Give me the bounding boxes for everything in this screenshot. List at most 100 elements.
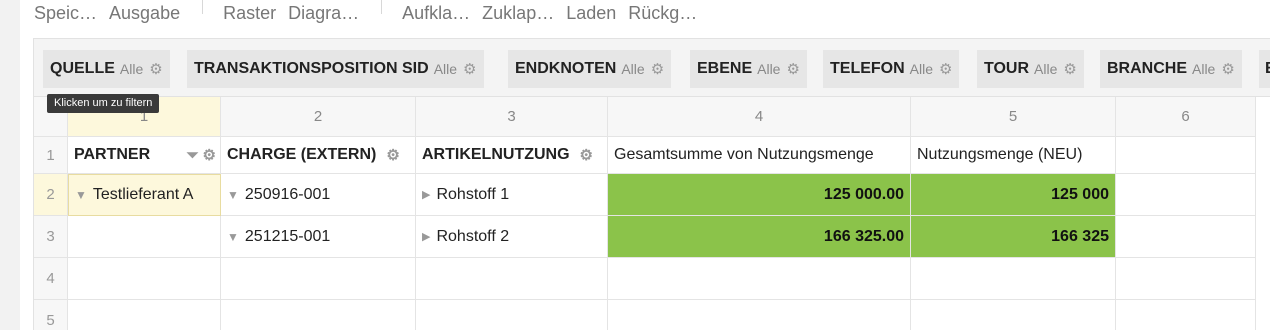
cell-value: 251215-001	[244, 227, 331, 245]
partner-cell[interactable]: ▼ Testlieferant A	[68, 174, 221, 216]
empty-cell[interactable]	[68, 300, 221, 330]
left-gutter	[0, 0, 20, 330]
header-charge[interactable]: CHARGE (EXTERN) ⚙	[221, 137, 416, 174]
grid-view-button[interactable]: Raster	[223, 3, 276, 24]
gear-icon[interactable]: ⚙	[149, 62, 162, 77]
expand-icon[interactable]: ▶	[422, 188, 430, 201]
filter-chip-label: TRANSAKTIONSPOSITION SID	[194, 60, 429, 77]
filter-chip-label: TELEFON	[830, 60, 905, 77]
empty-cell[interactable]	[221, 300, 416, 330]
table-row: 4	[34, 258, 1256, 300]
gear-icon[interactable]: ⚙	[203, 146, 216, 164]
gear-icon[interactable]: ⚙	[580, 146, 593, 164]
charge-cell[interactable]: ▼ 251215-001	[221, 216, 416, 258]
pivot-panel: QUELLE Alle ⚙ TRANSAKTIONSPOSITION SID A…	[33, 38, 1270, 330]
empty-cell[interactable]	[911, 258, 1116, 300]
filter-chip-label: ENDKNOTEN	[515, 60, 617, 77]
empty-cell[interactable]	[608, 258, 911, 300]
row-number[interactable]: 1	[34, 137, 68, 174]
gear-icon[interactable]: ⚙	[1221, 62, 1234, 77]
toolbar: Speic… Ausgabe Raster Diagra… Aufkla… Zu…	[34, 0, 709, 30]
collapse-all-button[interactable]: Zuklap…	[482, 3, 554, 24]
filter-chip-branche[interactable]: BRANCHE Alle ⚙	[1100, 50, 1242, 88]
column-number[interactable]: 3	[416, 97, 608, 137]
toolbar-divider	[202, 0, 204, 14]
charge-cell[interactable]: ▼ 250916-001	[221, 174, 416, 216]
filter-chip-quelle[interactable]: QUELLE Alle ⚙	[43, 50, 170, 88]
header-nutzungsmenge-neu[interactable]: Nutzungsmenge (NEU)	[911, 137, 1116, 174]
header-row: 1 PARTNER ⏷ ⚙ CHARGE (EXTERN) ⚙ ARTIKELN…	[34, 137, 1256, 174]
filter-chip-transaktionsposition-sid[interactable]: TRANSAKTIONSPOSITION SID Alle ⚙	[187, 50, 484, 88]
collapse-icon[interactable]: ▼	[227, 230, 239, 244]
filter-icon[interactable]: ⏷	[187, 147, 199, 164]
header-partner[interactable]: PARTNER ⏷ ⚙	[68, 137, 221, 174]
chart-view-button[interactable]: Diagra…	[288, 3, 359, 24]
filter-chip-ebene[interactable]: EBENE Alle ⚙	[690, 50, 807, 88]
neu-cell[interactable]: 125 000	[911, 174, 1116, 216]
sum-cell[interactable]: 125 000.00	[608, 174, 911, 216]
toolbar-group-file: Speic… Ausgabe	[34, 0, 192, 24]
cell-value: Rohstoff 1	[436, 185, 510, 203]
gear-icon[interactable]: ⚙	[386, 146, 399, 164]
empty-cell[interactable]	[68, 258, 221, 300]
cell-value: Rohstoff 2	[436, 227, 510, 245]
filter-chip-value: Alle	[119, 61, 144, 77]
column-number[interactable]: 4	[608, 97, 911, 137]
table-row: 2 ▼ Testlieferant A ▼ 250916-001 ▶ Rohst…	[34, 174, 1256, 216]
sum-cell[interactable]: 166 325.00	[608, 216, 911, 258]
empty-cell[interactable]	[1116, 300, 1256, 330]
table-row: 5	[34, 300, 1256, 330]
gear-icon[interactable]: ⚙	[939, 62, 952, 77]
neu-cell[interactable]: 166 325	[911, 216, 1116, 258]
column-number[interactable]: 6	[1116, 97, 1256, 137]
filter-chip-overflow[interactable]: E	[1259, 50, 1270, 88]
save-button[interactable]: Speic…	[34, 3, 97, 24]
collapse-icon[interactable]: ▼	[227, 188, 239, 202]
filter-chip-value: Alle	[757, 61, 781, 77]
artikel-cell[interactable]: ▶ Rohstoff 1	[416, 174, 608, 216]
row-number[interactable]: 2	[34, 174, 68, 216]
expand-all-button[interactable]: Aufkla…	[402, 3, 470, 24]
output-button[interactable]: Ausgabe	[109, 3, 180, 24]
filter-chip-label: TOUR	[984, 60, 1030, 77]
column-number-row: 1 2 3 4 5 6	[34, 97, 1256, 137]
filter-chip-label: EBENE	[697, 60, 753, 77]
cell-value: Testlieferant A	[92, 186, 194, 203]
row-number[interactable]: 4	[34, 258, 68, 300]
empty-cell[interactable]	[1116, 258, 1256, 300]
toolbar-divider	[381, 0, 383, 14]
gear-icon[interactable]: ⚙	[786, 62, 799, 77]
row-number[interactable]: 5	[34, 300, 68, 330]
expand-icon[interactable]: ▶	[422, 230, 430, 243]
header-label: PARTNER	[74, 146, 151, 163]
load-button[interactable]: Laden	[566, 3, 616, 24]
undo-button[interactable]: Rückg…	[628, 3, 697, 24]
filter-bar: QUELLE Alle ⚙ TRANSAKTIONSPOSITION SID A…	[34, 39, 1270, 97]
toolbar-group-actions: Aufkla… Zuklap… Laden Rückg…	[402, 0, 709, 24]
header-gesamtsumme[interactable]: Gesamtsumme von Nutzungsmenge	[608, 137, 911, 174]
collapse-icon[interactable]: ▼	[75, 188, 87, 202]
filter-chip-label: QUELLE	[50, 60, 115, 77]
gear-icon[interactable]: ⚙	[1063, 62, 1076, 77]
empty-cell[interactable]	[911, 300, 1116, 330]
artikel-cell[interactable]: ▶ Rohstoff 2	[416, 216, 608, 258]
empty-cell[interactable]	[416, 258, 608, 300]
filter-chip-endknoten[interactable]: ENDKNOTEN Alle ⚙	[508, 50, 672, 88]
filter-chip-tour[interactable]: TOUR Alle ⚙	[977, 50, 1084, 88]
header-artikelnutzung[interactable]: ARTIKELNUTZUNG ⚙	[416, 137, 608, 174]
filter-chip-value: Alle	[909, 61, 934, 77]
cell-value: 250916-001	[244, 185, 331, 203]
row-number[interactable]: 3	[34, 216, 68, 258]
empty-cell[interactable]	[608, 300, 911, 330]
header-label: ARTIKELNUTZUNG	[422, 146, 570, 163]
filter-chip-value: Alle	[1192, 61, 1216, 77]
column-number[interactable]: 5	[911, 97, 1116, 137]
filter-chip-label-clipped: E	[1265, 60, 1270, 78]
gear-icon[interactable]: ⚙	[463, 62, 476, 77]
empty-cell[interactable]	[221, 258, 416, 300]
filter-chip-telefon[interactable]: TELEFON Alle ⚙	[823, 50, 960, 88]
empty-cell[interactable]	[416, 300, 608, 330]
partner-cell[interactable]	[68, 216, 221, 258]
gear-icon[interactable]: ⚙	[651, 62, 664, 77]
column-number[interactable]: 2	[221, 97, 416, 137]
